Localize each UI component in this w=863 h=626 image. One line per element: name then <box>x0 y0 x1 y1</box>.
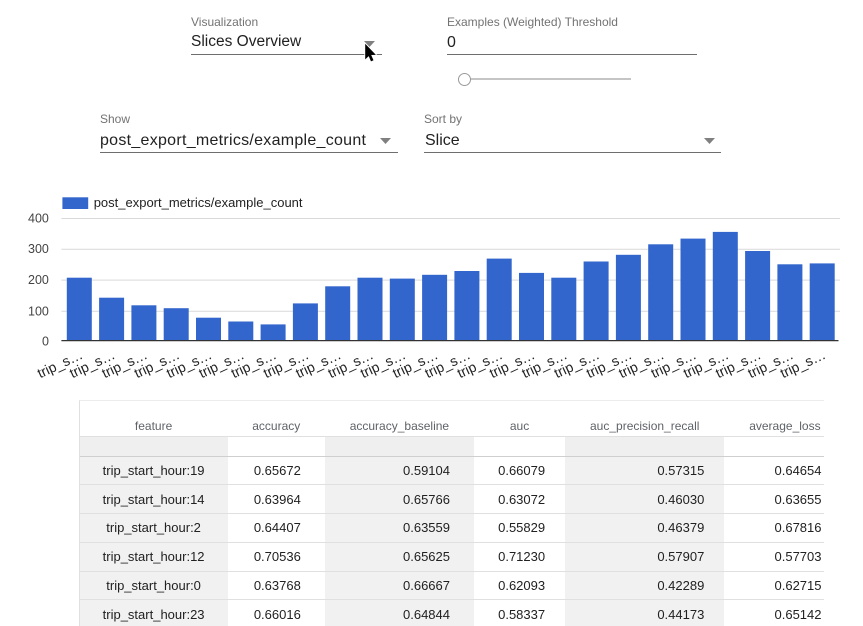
svg-text:100: 100 <box>28 304 49 318</box>
svg-text:0: 0 <box>42 335 49 349</box>
svg-text:post_export_metrics/example_co: post_export_metrics/example_count <box>94 195 303 210</box>
svg-text:300: 300 <box>28 242 49 256</box>
svg-text:400: 400 <box>28 212 49 226</box>
svg-text:200: 200 <box>28 273 49 287</box>
